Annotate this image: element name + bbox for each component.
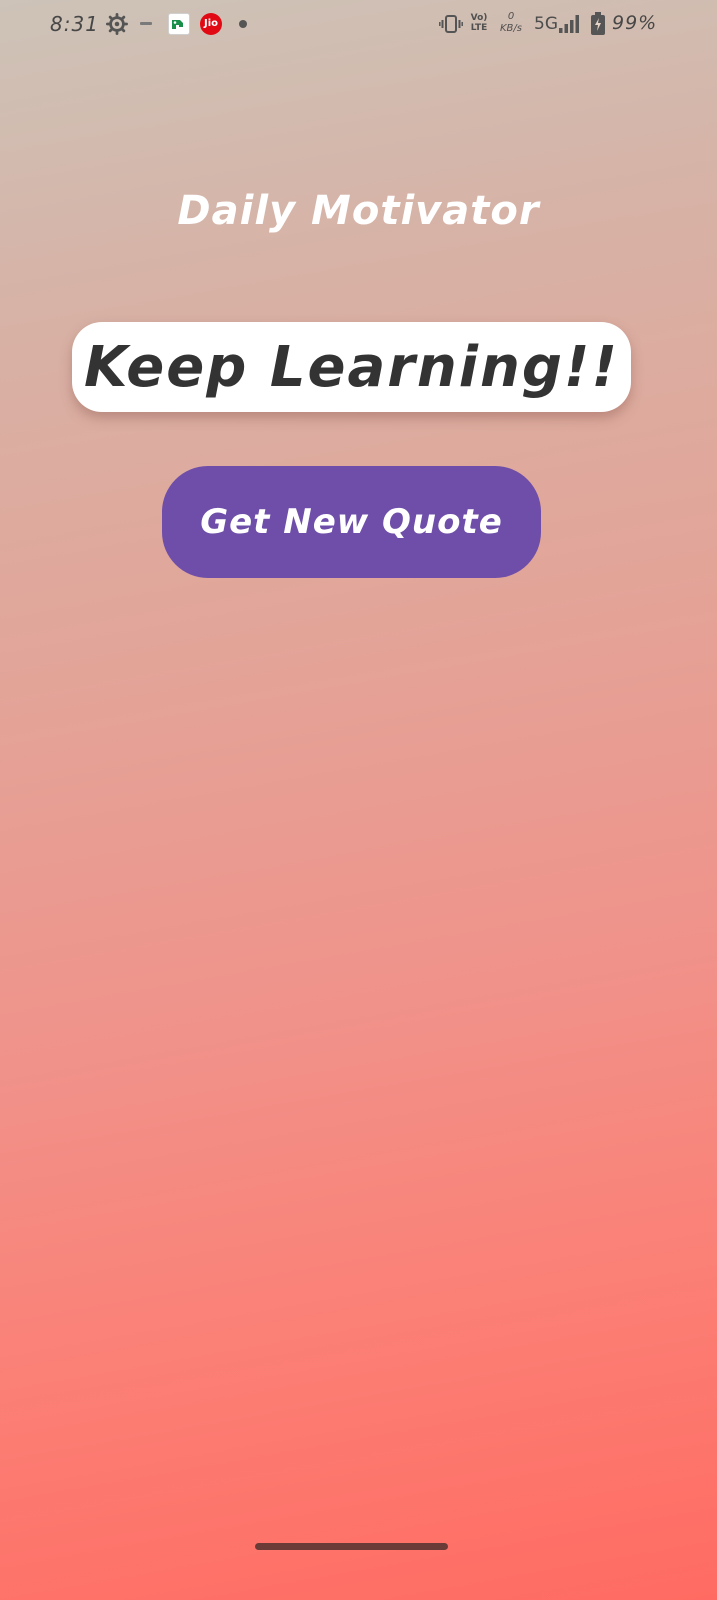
vibrate-icon: [439, 15, 463, 33]
app-notif-icon: [168, 13, 190, 35]
battery-icon: [591, 12, 605, 35]
volte-line-2: LTE: [470, 23, 488, 33]
quote-text: Keep Learning!!: [83, 334, 620, 400]
volte-line-1: Vo): [470, 13, 488, 23]
gear-icon: [106, 13, 128, 35]
status-bar: 8:31 Jio Vo) LTE 0 KB/s 5G 99%: [0, 0, 717, 50]
speed-icon: 0 KB/s: [496, 11, 526, 35]
get-new-quote-button[interactable]: Get New Quote: [162, 466, 541, 578]
status-time: 8:31: [50, 12, 99, 36]
dash-icon: [140, 22, 152, 25]
dot-icon: [239, 20, 247, 28]
jio-icon: Jio: [200, 13, 222, 35]
quote-card: Keep Learning!!: [72, 322, 631, 412]
network-type: 5G: [534, 14, 558, 34]
signal-icon: [559, 15, 579, 33]
speed-value: 0: [507, 11, 515, 22]
app-title: Daily Motivator: [177, 188, 540, 234]
battery-level: 99%: [612, 12, 658, 34]
volte-icon: Vo) LTE: [468, 13, 490, 33]
home-indicator[interactable]: [255, 1543, 448, 1550]
speed-unit: KB/s: [500, 23, 522, 34]
